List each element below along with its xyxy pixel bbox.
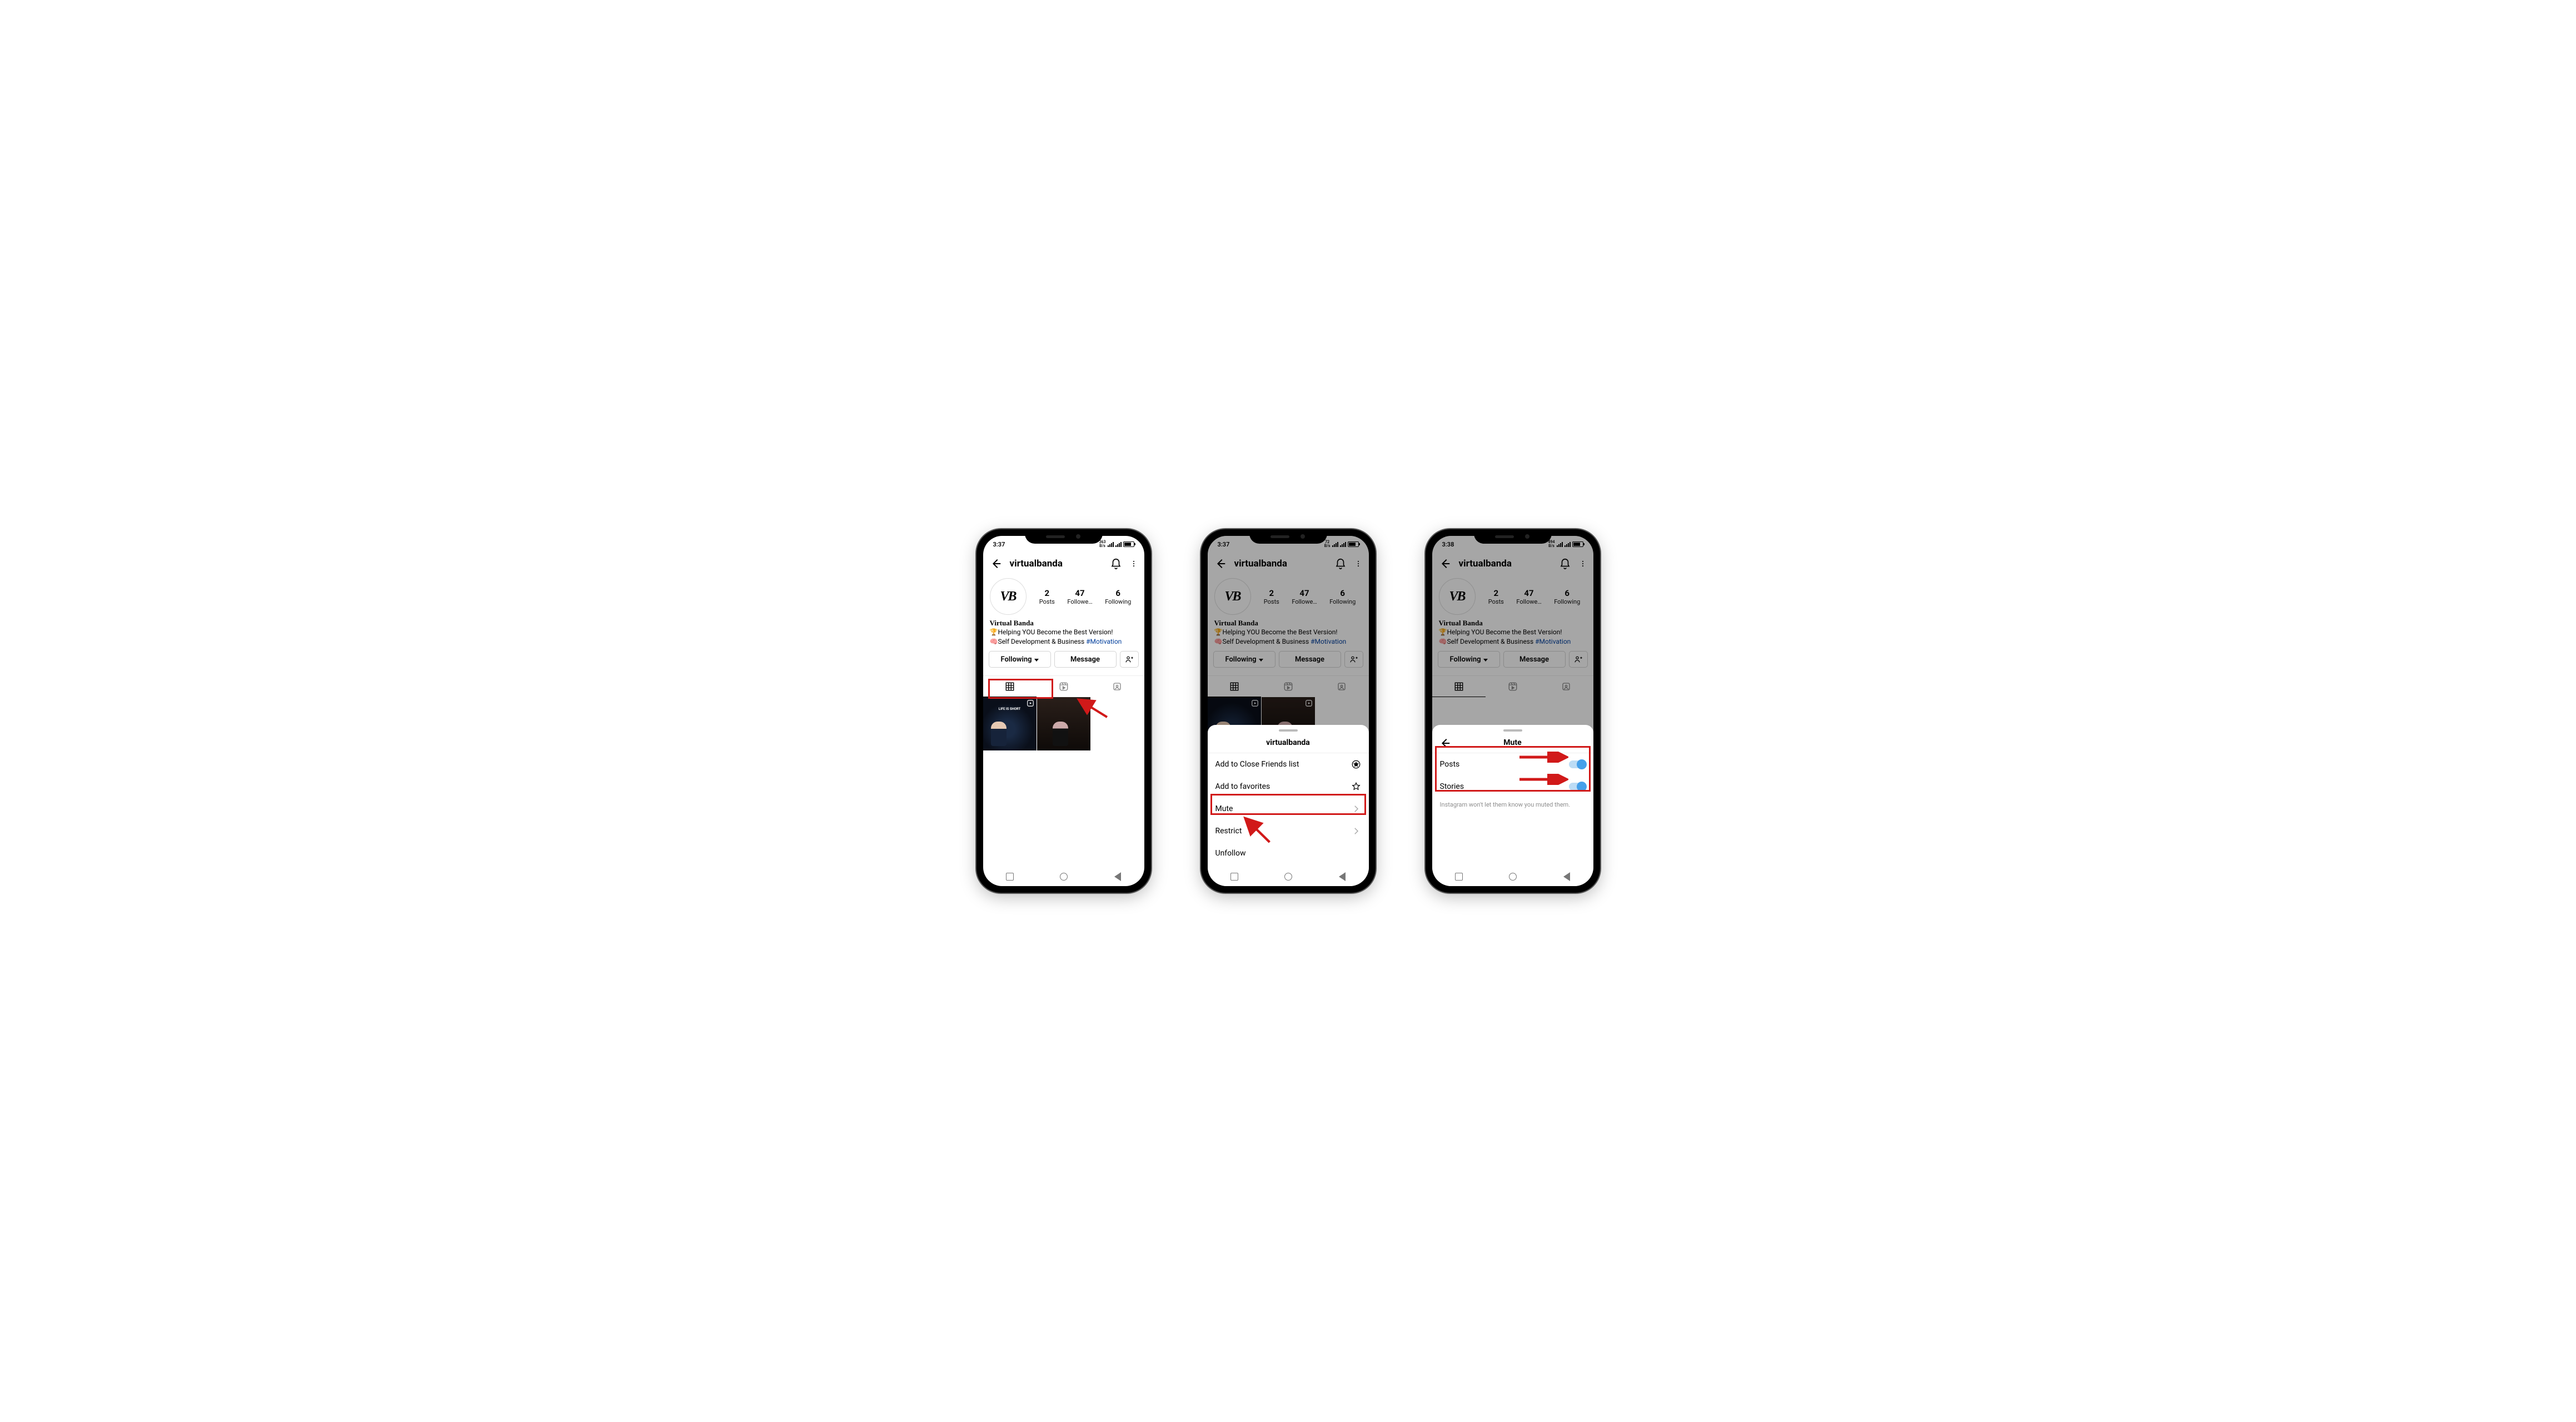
stat-following[interactable]: 6Following bbox=[1105, 588, 1131, 605]
reel-icon bbox=[1027, 699, 1034, 707]
android-nav bbox=[1432, 867, 1593, 886]
avatar[interactable]: VB bbox=[990, 578, 1027, 615]
tab-tagged[interactable] bbox=[1090, 676, 1144, 697]
phone-step3: 3:38 494B/s virtualbanda VB 2Posts 47Fol… bbox=[1426, 529, 1600, 893]
post-thumbnail[interactable]: LIFE IS SHORT bbox=[983, 697, 1037, 750]
nav-recent-icon[interactable] bbox=[1230, 873, 1238, 881]
sheet-handle[interactable] bbox=[1503, 729, 1522, 732]
star-icon bbox=[1351, 782, 1361, 792]
bio-line2: 🧠Self Development & Business bbox=[990, 638, 1087, 645]
following-sheet: virtualbanda Add to Close Friends list A… bbox=[1208, 725, 1369, 886]
message-button[interactable]: Message bbox=[1054, 651, 1117, 668]
bio-hashtag[interactable]: #Motivation bbox=[1086, 638, 1122, 645]
android-nav bbox=[1208, 867, 1369, 886]
chevron-down-icon bbox=[1034, 659, 1039, 662]
chevron-right-icon bbox=[1351, 804, 1361, 814]
menu-mute[interactable]: Mute bbox=[1208, 798, 1369, 820]
profile-row: VB 2Posts 47Followe… 6Following bbox=[983, 575, 1144, 615]
nav-home-icon[interactable] bbox=[1284, 873, 1292, 881]
sheet-back-icon[interactable] bbox=[1439, 737, 1451, 749]
phone-step1: 3:37 363B/s virtualbanda VB 2Post bbox=[976, 529, 1151, 893]
bio: Virtual Banda 🏆Helping YOU Become the Be… bbox=[983, 615, 1144, 651]
menu-favorites[interactable]: Add to favorites bbox=[1208, 775, 1369, 798]
signal-icon bbox=[1115, 542, 1122, 547]
suggest-users-button[interactable] bbox=[1120, 651, 1139, 668]
android-nav bbox=[983, 867, 1144, 886]
screen-2: 3:37 72B/s virtualbanda VB 2Posts 47Foll… bbox=[1208, 536, 1369, 886]
mute-note: Instagram won't let them know you muted … bbox=[1432, 798, 1593, 812]
bio-line1: 🏆Helping YOU Become the Best Version! bbox=[990, 628, 1138, 637]
profile-header: virtualbanda bbox=[983, 553, 1144, 575]
screen-1: 3:37 363B/s virtualbanda VB 2Post bbox=[983, 536, 1144, 886]
post-thumbnail[interactable] bbox=[1037, 697, 1090, 750]
nav-back-icon[interactable] bbox=[1339, 872, 1346, 881]
tab-grid[interactable] bbox=[983, 676, 1037, 697]
bell-icon[interactable] bbox=[1110, 558, 1122, 570]
sheet-handle[interactable] bbox=[1279, 729, 1298, 732]
menu-unfollow[interactable]: Unfollow bbox=[1208, 842, 1369, 864]
stat-posts[interactable]: 2Posts bbox=[1039, 588, 1055, 605]
status-time: 3:37 bbox=[993, 541, 1005, 548]
menu-close-friends[interactable]: Add to Close Friends list bbox=[1208, 753, 1369, 775]
post-grid: LIFE IS SHORT bbox=[983, 697, 1144, 750]
nav-recent-icon[interactable] bbox=[1006, 873, 1014, 881]
more-icon[interactable] bbox=[1130, 558, 1138, 570]
phone-notch bbox=[1474, 529, 1552, 544]
following-button[interactable]: Following bbox=[989, 651, 1051, 668]
chevron-right-icon bbox=[1351, 826, 1361, 836]
mute-sheet: Mute Posts Stories Instagram won't let t… bbox=[1432, 725, 1593, 886]
mute-stories-toggle[interactable] bbox=[1569, 783, 1586, 790]
nav-home-icon[interactable] bbox=[1060, 873, 1068, 881]
mute-posts-label: Posts bbox=[1440, 760, 1460, 769]
nav-back-icon[interactable] bbox=[1563, 872, 1570, 881]
battery-icon bbox=[1123, 541, 1134, 547]
phone-notch bbox=[1025, 529, 1103, 544]
mute-posts-row: Posts bbox=[1432, 753, 1593, 775]
mute-stories-label: Stories bbox=[1440, 782, 1464, 791]
display-name: Virtual Banda bbox=[990, 618, 1138, 628]
menu-restrict[interactable]: Restrict bbox=[1208, 820, 1369, 842]
header-username: virtualbanda bbox=[1010, 558, 1102, 569]
sheet-title: Mute bbox=[1432, 736, 1593, 753]
phone-step2: 3:37 72B/s virtualbanda VB 2Posts 47Foll… bbox=[1201, 529, 1376, 893]
phone-notch bbox=[1249, 529, 1327, 544]
star-circle-icon bbox=[1351, 759, 1361, 769]
tab-reels[interactable] bbox=[1037, 676, 1090, 697]
signal-icon bbox=[1108, 542, 1114, 547]
mute-stories-row: Stories bbox=[1432, 775, 1593, 798]
profile-tabs bbox=[983, 675, 1144, 697]
stat-followers[interactable]: 47Followe… bbox=[1067, 588, 1092, 605]
mute-posts-toggle[interactable] bbox=[1569, 760, 1586, 768]
nav-recent-icon[interactable] bbox=[1455, 873, 1463, 881]
reel-icon bbox=[1080, 699, 1088, 707]
back-icon[interactable] bbox=[990, 558, 1002, 570]
screen-3: 3:38 494B/s virtualbanda VB 2Posts 47Fol… bbox=[1432, 536, 1593, 886]
nav-back-icon[interactable] bbox=[1114, 872, 1121, 881]
sheet-title: virtualbanda bbox=[1208, 736, 1369, 753]
profile-buttons: Following Message bbox=[983, 651, 1144, 668]
nav-home-icon[interactable] bbox=[1509, 873, 1517, 881]
